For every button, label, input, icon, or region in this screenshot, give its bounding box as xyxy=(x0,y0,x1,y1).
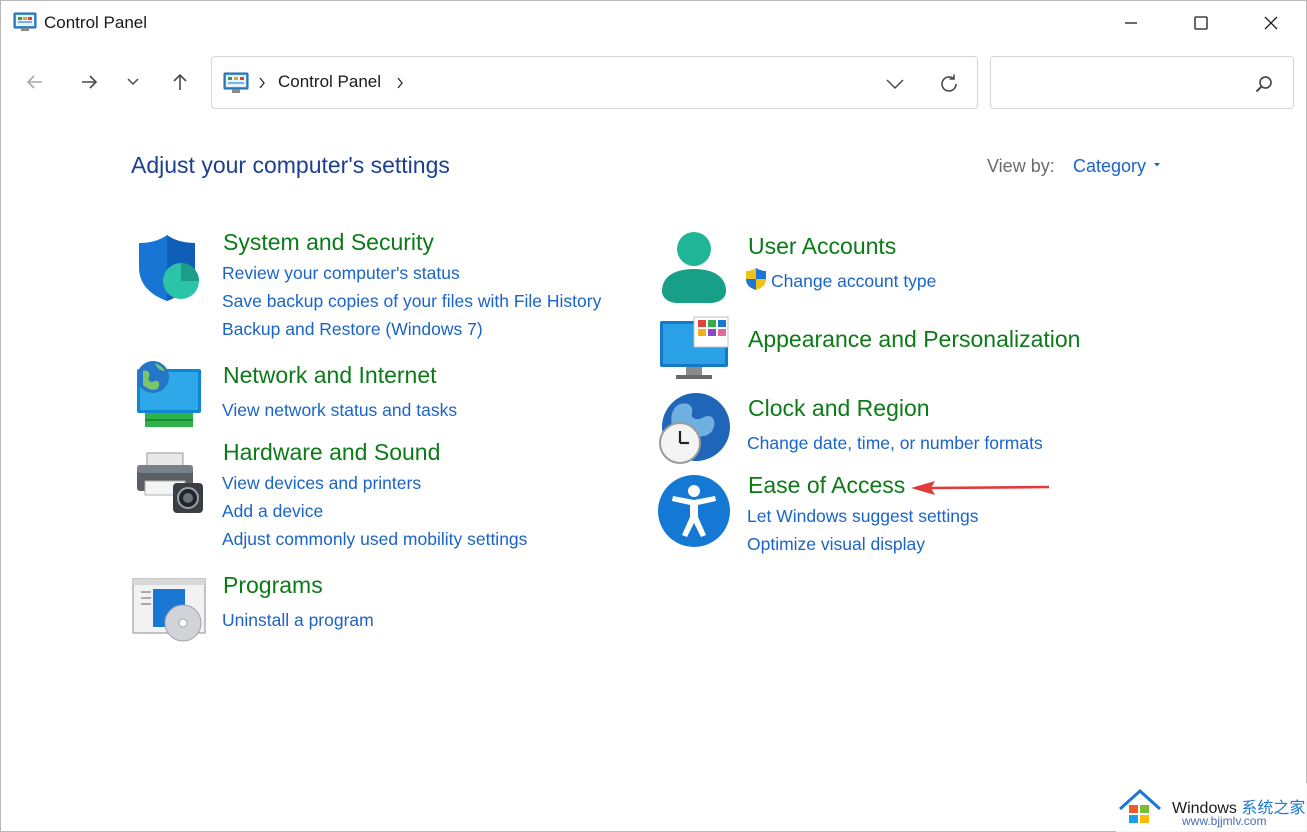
minimize-button[interactable] xyxy=(1096,1,1166,45)
caret-down-icon[interactable] xyxy=(1152,162,1162,168)
category-user-accounts[interactable]: User Accounts xyxy=(748,233,896,260)
link-backup-restore[interactable]: Backup and Restore (Windows 7) xyxy=(222,319,483,340)
up-button[interactable] xyxy=(165,67,195,97)
page-heading: Adjust your computer's settings xyxy=(131,152,450,178)
close-button[interactable] xyxy=(1236,1,1306,45)
category-hardware-sound[interactable]: Hardware and Sound xyxy=(223,439,440,466)
forward-button[interactable] xyxy=(74,67,104,97)
category-system-security[interactable]: System and Security xyxy=(223,229,434,256)
back-button[interactable] xyxy=(20,67,50,97)
chevron-down-icon xyxy=(127,78,139,86)
refresh-button[interactable] xyxy=(934,70,964,98)
recent-locations-button[interactable] xyxy=(118,67,148,97)
link-network-status[interactable]: View network status and tasks xyxy=(222,400,457,421)
display-colors-icon[interactable] xyxy=(656,311,732,387)
link-windows-suggest-settings[interactable]: Let Windows suggest settings xyxy=(747,506,979,527)
search-box[interactable] xyxy=(990,56,1294,109)
control-panel-icon xyxy=(223,72,249,93)
minimize-icon xyxy=(1125,22,1137,24)
watermark-url: www.bjjmlv.com xyxy=(1182,814,1267,828)
search-icon[interactable] xyxy=(1253,73,1275,95)
accessibility-icon[interactable] xyxy=(656,473,732,549)
breadcrumb-control-panel[interactable]: Control Panel xyxy=(278,72,381,92)
category-ease-of-access[interactable]: Ease of Access xyxy=(748,472,905,499)
maximize-icon xyxy=(1194,16,1208,30)
category-appearance[interactable]: Appearance and Personalization xyxy=(748,326,1080,353)
title-bar[interactable]: Control Panel xyxy=(1,1,1306,45)
link-mobility-settings[interactable]: Adjust commonly used mobility settings xyxy=(222,529,527,550)
link-review-status[interactable]: Review your computer's status xyxy=(222,263,460,284)
chevron-down-icon xyxy=(886,79,904,90)
maximize-button[interactable] xyxy=(1166,1,1236,45)
chevron-right-icon xyxy=(259,77,265,89)
arrow-left-icon xyxy=(26,75,42,89)
link-change-account-type[interactable]: Change account type xyxy=(771,271,936,292)
annotation-arrow-icon xyxy=(911,481,1050,495)
category-programs[interactable]: Programs xyxy=(223,572,323,599)
arrow-right-icon xyxy=(82,75,98,89)
link-optimize-visual-display[interactable]: Optimize visual display xyxy=(747,534,925,555)
uac-shield-icon xyxy=(746,268,766,290)
close-icon xyxy=(1264,16,1278,30)
link-devices-printers[interactable]: View devices and printers xyxy=(222,473,421,494)
view-by-label: View by: xyxy=(987,156,1055,176)
category-network-internet[interactable]: Network and Internet xyxy=(223,362,437,389)
arrow-up-icon xyxy=(173,73,187,90)
shield-icon[interactable] xyxy=(131,231,207,307)
address-history-button[interactable] xyxy=(880,71,910,97)
globe-clock-icon[interactable] xyxy=(656,391,732,467)
link-uninstall-program[interactable]: Uninstall a program xyxy=(222,610,374,631)
view-by-dropdown[interactable]: Category xyxy=(1073,156,1146,177)
chevron-right-icon[interactable] xyxy=(396,77,404,89)
network-monitor-icon[interactable] xyxy=(131,357,207,433)
navigation-bar: Control Panel xyxy=(1,45,1306,119)
search-input[interactable] xyxy=(1001,69,1241,97)
refresh-icon xyxy=(941,74,957,92)
category-clock-region[interactable]: Clock and Region xyxy=(748,395,930,422)
window-title: Control Panel xyxy=(44,13,148,32)
link-file-history[interactable]: Save backup copies of your files with Fi… xyxy=(222,291,601,312)
printer-camera-icon[interactable] xyxy=(131,445,207,521)
link-date-time-formats[interactable]: Change date, time, or number formats xyxy=(747,433,1043,454)
control-panel-window: Control Panel Control Panel Adjust your … xyxy=(0,0,1307,832)
programs-disc-icon[interactable] xyxy=(131,575,207,651)
user-icon[interactable] xyxy=(656,229,732,305)
link-add-device[interactable]: Add a device xyxy=(222,501,323,522)
control-panel-icon xyxy=(13,12,37,31)
address-bar[interactable]: Control Panel xyxy=(211,56,978,109)
